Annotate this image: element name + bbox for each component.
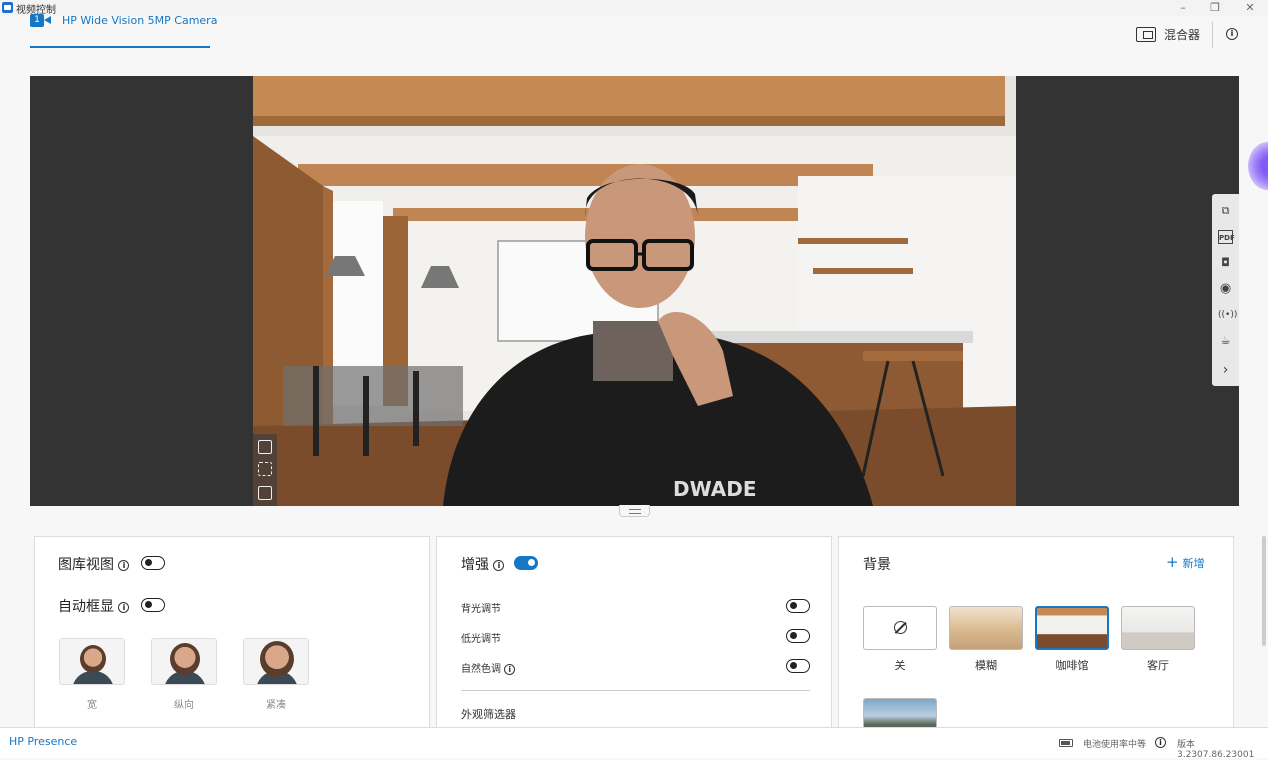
info-icon[interactable]: i bbox=[118, 601, 130, 613]
info-icon[interactable]: i bbox=[504, 663, 516, 675]
plus-icon: + bbox=[1166, 553, 1179, 571]
background-off-tile[interactable] bbox=[863, 606, 937, 650]
framing-tight-label: 紧凑 bbox=[266, 700, 286, 711]
camera-tab[interactable]: 1 HP Wide Vision 5MP Camera bbox=[30, 8, 217, 32]
side-toolbar: ⧉ PDF ◘ ◉ ((•)) ☕ › bbox=[1212, 194, 1239, 386]
background-blur-label: 模糊 bbox=[975, 659, 997, 672]
background-blur-tile[interactable] bbox=[949, 606, 1023, 650]
minimize-button[interactable]: – bbox=[1166, 0, 1200, 16]
gallery-view-row: 图库视图 i bbox=[58, 554, 130, 574]
gallery-view-label: 图库视图 bbox=[58, 557, 114, 573]
info-icon[interactable]: i bbox=[118, 559, 130, 571]
mixer-label: 混合器 bbox=[1164, 28, 1201, 42]
brand-label: HP Presence bbox=[9, 735, 78, 748]
status-bar: HP Presence 电池使用率中等 i 版本 3.2307.86.23001 bbox=[0, 727, 1268, 760]
frame-select-icon[interactable] bbox=[258, 462, 272, 476]
natural-tone-toggle[interactable] bbox=[786, 659, 810, 673]
info-icon[interactable]: i bbox=[1155, 737, 1166, 748]
background-living-room-tile[interactable] bbox=[1121, 606, 1195, 650]
background-living-room-label: 客厅 bbox=[1147, 659, 1169, 672]
tab-underline bbox=[30, 46, 210, 48]
info-icon[interactable]: i bbox=[493, 559, 505, 571]
picture-in-picture-icon bbox=[1136, 27, 1156, 42]
enhance-title: 增强 bbox=[461, 557, 489, 573]
background-off-label: 关 bbox=[894, 659, 906, 672]
appearance-filter-label[interactable]: 外观筛选器 bbox=[461, 706, 516, 722]
enhance-row: 增强 i bbox=[461, 554, 505, 574]
mixer-button[interactable]: 混合器 bbox=[1136, 26, 1200, 43]
framing-tight-thumb[interactable] bbox=[243, 638, 309, 685]
framing-panel: 图库视图 i 自动框显 i 宽 纵向 紧凑 bbox=[34, 536, 430, 736]
info-icon[interactable]: i bbox=[1226, 28, 1238, 40]
enhance-toggle[interactable] bbox=[514, 556, 538, 570]
scrollbar[interactable] bbox=[1262, 536, 1266, 646]
camera-icon[interactable]: ◘ bbox=[1218, 256, 1233, 270]
coffee-icon[interactable]: ☕ bbox=[1218, 334, 1233, 348]
add-background-label: 新增 bbox=[1182, 557, 1205, 570]
version-label: 版本 3.2307.86.23001 bbox=[1177, 740, 1255, 760]
chevron-right-icon[interactable]: › bbox=[1218, 363, 1233, 377]
copy-icon[interactable] bbox=[258, 486, 272, 500]
framing-wide-thumb[interactable] bbox=[59, 638, 125, 685]
shirt-text: DWADE bbox=[673, 477, 757, 501]
expand-icon[interactable]: ⧉ bbox=[1218, 204, 1233, 218]
gallery-view-toggle[interactable] bbox=[141, 556, 165, 570]
background-cafe-label: 咖啡馆 bbox=[1055, 659, 1089, 672]
close-button[interactable]: ✕ bbox=[1233, 0, 1267, 16]
backlight-toggle[interactable] bbox=[786, 599, 810, 613]
lowlight-label: 低光调节 bbox=[461, 634, 501, 645]
battery-icon bbox=[1059, 739, 1073, 747]
auto-frame-label: 自动框显 bbox=[58, 599, 114, 615]
add-background-button[interactable]: + 新增 bbox=[1166, 553, 1205, 571]
lowlight-toggle[interactable] bbox=[786, 629, 810, 643]
background-cafe-tile[interactable] bbox=[1035, 606, 1109, 650]
header-divider bbox=[1212, 22, 1213, 48]
video-tools bbox=[253, 434, 277, 506]
camera-number: 1 bbox=[30, 13, 44, 27]
video-preview: DWADE bbox=[253, 76, 1016, 506]
background-title: 背景 bbox=[863, 557, 891, 573]
camera-tab-label: HP Wide Vision 5MP Camera bbox=[62, 13, 218, 27]
cafe-scene-image: DWADE bbox=[253, 76, 1016, 506]
auto-frame-row: 自动框显 i bbox=[58, 596, 130, 616]
framing-wide-label: 宽 bbox=[87, 700, 97, 711]
battery-status: 电池使用率中等 bbox=[1083, 740, 1147, 750]
panel-drag-handle[interactable] bbox=[619, 505, 650, 517]
restore-button[interactable]: ❐ bbox=[1198, 0, 1232, 16]
app-icon bbox=[2, 2, 13, 13]
crop-icon[interactable] bbox=[258, 440, 272, 454]
assistant-badge[interactable] bbox=[1248, 142, 1268, 190]
record-icon[interactable]: ◉ bbox=[1218, 282, 1233, 296]
framing-portrait-thumb[interactable] bbox=[151, 638, 217, 685]
video-camera-icon: 1 bbox=[30, 13, 52, 27]
framing-portrait-label: 纵向 bbox=[174, 700, 194, 711]
auto-frame-toggle[interactable] bbox=[141, 598, 165, 612]
enhance-panel: 增强 i 背光调节 低光调节 自然色调 i 外观筛选器 bbox=[436, 536, 832, 736]
backlight-label: 背光调节 bbox=[461, 604, 501, 615]
broadcast-icon[interactable]: ((•)) bbox=[1218, 308, 1237, 322]
pdf-icon[interactable]: PDF bbox=[1218, 230, 1235, 244]
divider bbox=[461, 690, 810, 691]
natural-tone-row: 自然色调 i bbox=[461, 660, 516, 675]
natural-tone-label: 自然色调 bbox=[461, 664, 501, 675]
